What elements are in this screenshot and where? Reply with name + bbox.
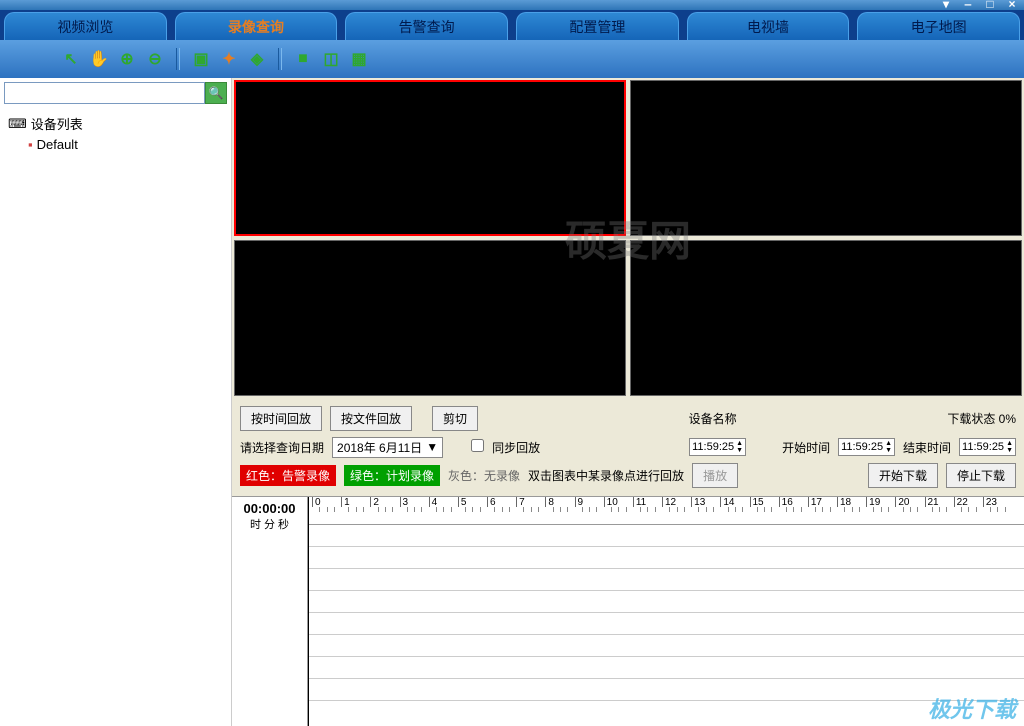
play-button[interactable]: 播放 xyxy=(692,463,738,488)
layout-2-icon[interactable]: ◫ xyxy=(320,48,342,70)
minimize-button[interactable]: ‒ xyxy=(961,0,975,12)
time-value-1: 11:59:25 xyxy=(692,441,734,453)
legend-gray: 灰色：无录像 xyxy=(448,467,520,484)
device-icon: ▪ xyxy=(28,137,33,152)
device-name-label: 设备名称 xyxy=(689,410,737,427)
start-time-spinner[interactable]: 11:59:25 ▲▼ xyxy=(838,438,895,456)
layout-1-icon[interactable]: ■ xyxy=(292,48,314,70)
up-icon[interactable]: ▲ xyxy=(885,440,892,447)
end-time-spinner[interactable]: 11:59:25 ▲▼ xyxy=(959,438,1016,456)
timeline-sub: 时 分 秒 xyxy=(232,516,307,532)
maximize-button[interactable]: □ xyxy=(983,0,997,12)
up-icon[interactable]: ▲ xyxy=(736,440,743,447)
up-icon[interactable]: ▲ xyxy=(1006,440,1013,447)
legend-hint: 双击图表中某录像点进行回放 xyxy=(528,467,684,484)
select-date-label: 请选择查询日期 xyxy=(240,439,324,456)
date-picker[interactable]: 2018年 6月11日 ▼ xyxy=(332,437,443,458)
zoom-in-icon[interactable]: ⊕ xyxy=(116,48,138,70)
tree-root-label: 设备列表 xyxy=(31,114,83,133)
time-spinner-1[interactable]: 11:59:25 ▲▼ xyxy=(689,438,746,456)
playback-by-file-button[interactable]: 按文件回放 xyxy=(330,406,412,431)
date-value: 2018年 6月11日 xyxy=(337,439,422,456)
tab-alarm-query[interactable]: 告警查询 xyxy=(345,12,508,40)
video-cell-2[interactable] xyxy=(630,80,1022,236)
playback-by-time-button[interactable]: 按时间回放 xyxy=(240,406,322,431)
down-icon[interactable]: ▼ xyxy=(1006,447,1013,454)
keyboard-icon: ⌨ xyxy=(8,116,27,132)
tab-record-query[interactable]: 录像查询 xyxy=(175,12,338,40)
sidebar: 🔍 ⌨ 设备列表 ▪ Default xyxy=(0,78,232,726)
video-grid: 硕夏网 xyxy=(232,78,1024,398)
footer-watermark: 极光下载 xyxy=(928,692,1016,724)
timeline-cursor[interactable] xyxy=(308,497,309,726)
timeline-chart[interactable]: 01234567891011121314151617181920212223 xyxy=(308,497,1024,726)
video-cell-3[interactable] xyxy=(234,240,626,396)
rotate-icon[interactable]: ◈ xyxy=(246,48,268,70)
end-time-value: 11:59:25 xyxy=(962,441,1004,453)
dropdown-icon: ▼ xyxy=(426,440,438,454)
start-time-value: 11:59:25 xyxy=(841,441,883,453)
start-download-button[interactable]: 开始下载 xyxy=(868,463,938,488)
download-status: 下载状态 0% xyxy=(947,410,1016,427)
stop-download-button[interactable]: 停止下载 xyxy=(946,463,1016,488)
tab-config[interactable]: 配置管理 xyxy=(516,12,679,40)
search-input[interactable] xyxy=(4,82,205,104)
menu-button[interactable]: ▾ xyxy=(939,0,953,12)
close-button[interactable]: × xyxy=(1005,0,1019,12)
zoom-out-icon[interactable]: ⊖ xyxy=(144,48,166,70)
separator xyxy=(278,48,282,70)
legend-green: 绿色：计划录像 xyxy=(344,465,440,486)
tab-tv-wall[interactable]: 电视墙 xyxy=(687,12,850,40)
video-cell-4[interactable] xyxy=(630,240,1022,396)
tab-video-browse[interactable]: 视频浏览 xyxy=(4,12,167,40)
tree-item-default[interactable]: ▪ Default xyxy=(8,135,223,154)
pointer-icon[interactable]: ↖ xyxy=(60,48,82,70)
tree-child-label: Default xyxy=(37,137,78,152)
end-time-label: 结束时间 xyxy=(903,439,951,456)
layout-4-icon[interactable]: ▦ xyxy=(348,48,370,70)
cut-button[interactable]: 剪切 xyxy=(432,406,478,431)
main-tabs: 视频浏览 录像查询 告警查询 配置管理 电视墙 电子地图 xyxy=(0,10,1024,40)
device-tree: ⌨ 设备列表 ▪ Default xyxy=(0,108,231,158)
sync-playback-checkbox[interactable] xyxy=(471,439,484,452)
fullscreen-icon[interactable]: ▣ xyxy=(190,48,212,70)
legend-red: 红色：告警录像 xyxy=(240,465,336,486)
toolbar: ↖ ✋ ⊕ ⊖ ▣ ✦ ◈ ■ ◫ ▦ xyxy=(0,40,1024,78)
timeline: 00:00:00 时 分 秒 0123456789101112131415161… xyxy=(232,496,1024,726)
hand-icon[interactable]: ✋ xyxy=(88,48,110,70)
search-button[interactable]: 🔍 xyxy=(205,82,227,104)
fit-icon[interactable]: ✦ xyxy=(218,48,240,70)
separator xyxy=(176,48,180,70)
down-icon[interactable]: ▼ xyxy=(885,447,892,454)
down-icon[interactable]: ▼ xyxy=(736,447,743,454)
timeline-time: 00:00:00 xyxy=(232,501,307,516)
tab-emap[interactable]: 电子地图 xyxy=(857,12,1020,40)
video-cell-1[interactable] xyxy=(234,80,626,236)
tree-root[interactable]: ⌨ 设备列表 xyxy=(8,112,223,135)
sync-playback-label: 同步回放 xyxy=(492,439,540,456)
start-time-label: 开始时间 xyxy=(782,439,830,456)
